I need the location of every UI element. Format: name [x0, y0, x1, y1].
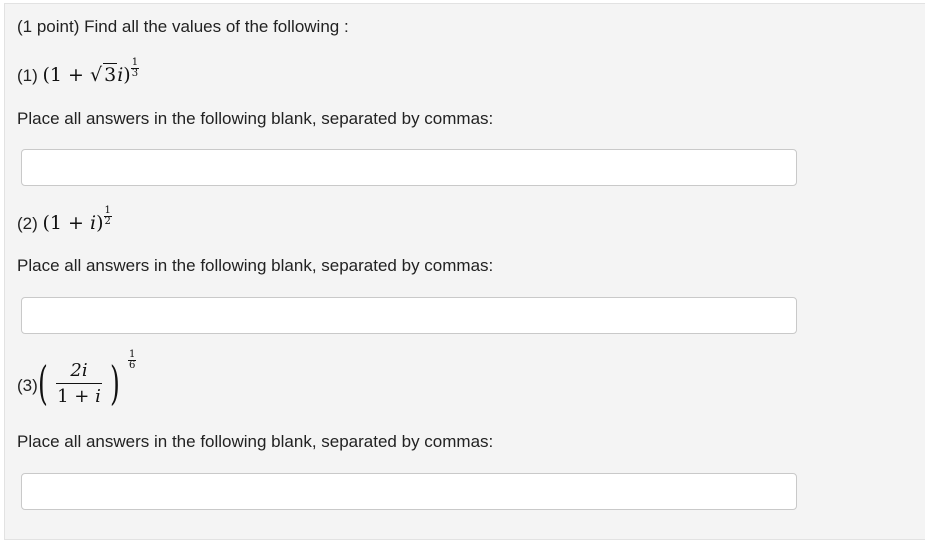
- left-paren: (: [38, 356, 48, 410]
- question-1-prompt: Place all answers in the following blank…: [17, 109, 494, 128]
- question-3-fraction-numerator: 2i: [56, 360, 102, 384]
- question-2-answer-input[interactable]: [21, 297, 797, 334]
- question-1-exponent: 13: [130, 56, 140, 79]
- question-3-fraction-denominator: 1 + i: [57, 386, 101, 407]
- right-paren: ): [110, 356, 120, 410]
- question-2-exponent: 12: [103, 204, 112, 227]
- question-2-expression: (2) (1 + i) 1 2: [17, 204, 112, 235]
- question-1-number: (1): [17, 66, 38, 85]
- question-3-number: (3): [17, 376, 38, 395]
- question-1-answer-input[interactable]: [21, 149, 797, 186]
- problem-header: (1 point) Find all the values of the fol…: [17, 17, 349, 36]
- question-1-math: (1 + √ 3i) 1 3: [42, 56, 140, 86]
- question-2-math: (1 + i) 1 2: [42, 204, 112, 234]
- question-2-number: (2): [17, 214, 38, 233]
- question-3-math: ( 2i 1 + i ) 1 6: [38, 350, 140, 416]
- question-3-prompt: Place all answers in the following blank…: [17, 432, 494, 451]
- question-2-prompt: Place all answers in the following blank…: [17, 256, 494, 275]
- question-3-exponent: 1 6: [128, 349, 137, 371]
- question-1-expression: (1) (1 + √ 3i) 1 3: [17, 56, 140, 87]
- question-3-answer-input[interactable]: [21, 473, 797, 510]
